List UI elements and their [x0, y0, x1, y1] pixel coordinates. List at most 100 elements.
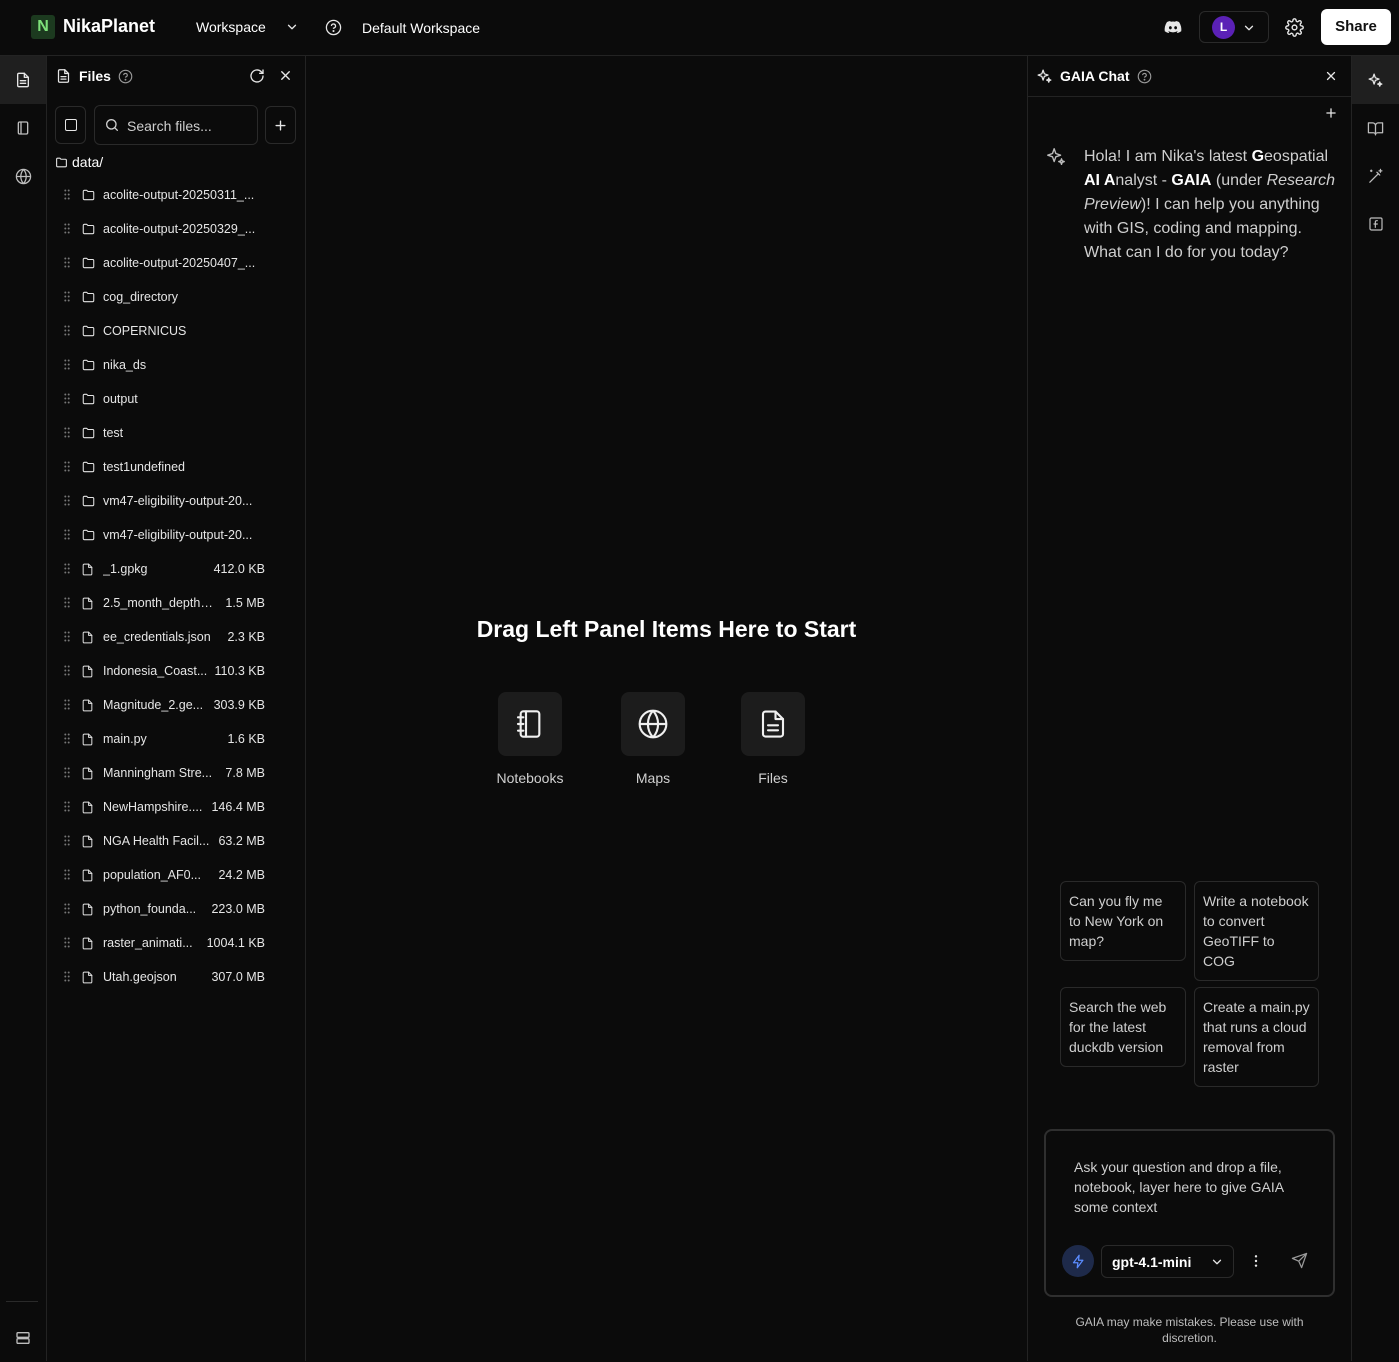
folder-row[interactable]: acolite-output-20250407_...	[47, 246, 305, 280]
file-row[interactable]: ee_credentials.json 2.3 KB	[47, 620, 305, 654]
file-icon	[81, 800, 94, 815]
item-size: 303.9 KB	[213, 698, 265, 712]
drag-handle-icon[interactable]	[64, 631, 70, 642]
help-icon[interactable]	[118, 69, 133, 84]
workspace-name[interactable]: Default Workspace	[362, 20, 480, 36]
drag-handle-icon[interactable]	[64, 393, 70, 404]
file-row[interactable]: Magnitude_2.ge... 303.9 KB	[47, 688, 305, 722]
drag-handle-icon[interactable]	[64, 767, 70, 778]
new-chat-plus-icon[interactable]	[1324, 106, 1338, 120]
bolt-button[interactable]	[1062, 1245, 1094, 1277]
rail-files-button[interactable]	[0, 56, 46, 104]
chat-input-box[interactable]: Ask your question and drop a file, noteb…	[1044, 1129, 1335, 1297]
more-options-icon[interactable]	[1248, 1253, 1264, 1269]
drag-handle-icon[interactable]	[64, 869, 70, 880]
tile-notebooks[interactable]: Notebooks	[480, 692, 580, 786]
item-size: 146.4 MB	[211, 800, 265, 814]
folder-row[interactable]: vm47-eligibility-output-20...	[47, 518, 305, 552]
rail-functions-button[interactable]	[1352, 200, 1399, 248]
chat-input-placeholder[interactable]: Ask your question and drop a file, noteb…	[1074, 1157, 1314, 1217]
close-icon[interactable]	[278, 68, 293, 83]
suggestion-chip[interactable]: Write a notebook to convert GeoTIFF to C…	[1194, 881, 1319, 981]
drag-handle-icon[interactable]	[64, 529, 70, 540]
workspace-label[interactable]: Workspace	[196, 19, 266, 35]
drag-handle-icon[interactable]	[64, 937, 70, 948]
folder-row[interactable]: cog_directory	[47, 280, 305, 314]
drag-handle-icon[interactable]	[64, 257, 70, 268]
drag-handle-icon[interactable]	[64, 665, 70, 676]
folder-row[interactable]: output	[47, 382, 305, 416]
send-icon[interactable]	[1291, 1252, 1308, 1269]
share-button[interactable]: Share	[1321, 9, 1391, 45]
drag-handle-icon[interactable]	[64, 801, 70, 812]
item-name: cog_directory	[103, 290, 179, 304]
item-size: 1.5 MB	[225, 596, 265, 610]
chat-panel: GAIA Chat Hola! I am Nika's latest Geosp…	[1027, 56, 1352, 1361]
suggestion-chip[interactable]: Create a main.py that runs a cloud remov…	[1194, 987, 1319, 1087]
main-canvas[interactable]: Drag Left Panel Items Here to Start Note…	[306, 56, 1027, 1361]
suggestion-chip[interactable]: Search the web for the latest duckdb ver…	[1060, 987, 1186, 1067]
file-row[interactable]: _1.gpkg 412.0 KB	[47, 552, 305, 586]
workspace-chevron-down-icon[interactable]	[285, 20, 299, 34]
help-icon[interactable]	[325, 19, 342, 36]
rail-magic-button[interactable]	[1352, 152, 1399, 200]
rail-chat-button[interactable]	[1352, 56, 1399, 104]
drag-handle-icon[interactable]	[64, 461, 70, 472]
suggestion-chip[interactable]: Can you fly me to New York on map?	[1060, 881, 1186, 961]
root-folder[interactable]: data/	[55, 154, 103, 170]
drag-handle-icon[interactable]	[64, 903, 70, 914]
drag-handle-icon[interactable]	[64, 835, 70, 846]
close-icon[interactable]	[1324, 69, 1338, 83]
drag-handle-icon[interactable]	[64, 427, 70, 438]
folder-row[interactable]: COPERNICUS	[47, 314, 305, 348]
add-file-button[interactable]	[265, 106, 296, 144]
file-row[interactable]: population_AF0... 24.2 MB	[47, 858, 305, 892]
file-row[interactable]: python_founda... 223.0 MB	[47, 892, 305, 926]
select-all-checkbox[interactable]	[55, 106, 86, 144]
rail-maps-button[interactable]	[0, 152, 46, 200]
item-name: vm47-eligibility-output-20...	[103, 494, 253, 508]
drag-handle-icon[interactable]	[64, 733, 70, 744]
drag-handle-icon[interactable]	[64, 359, 70, 370]
drag-handle-icon[interactable]	[64, 189, 70, 200]
folder-row[interactable]: nika_ds	[47, 348, 305, 382]
file-row[interactable]: Indonesia_Coast... 110.3 KB	[47, 654, 305, 688]
folder-row[interactable]: test	[47, 416, 305, 450]
app-name[interactable]: NikaPlanet	[63, 16, 155, 37]
file-row[interactable]: Manningham Stre... 7.8 MB	[47, 756, 305, 790]
refresh-icon[interactable]	[249, 68, 265, 84]
drag-handle-icon[interactable]	[64, 563, 70, 574]
drag-handle-icon[interactable]	[64, 495, 70, 506]
file-row[interactable]: Utah.geojson 307.0 MB	[47, 960, 305, 994]
rail-notebooks-button[interactable]	[0, 104, 46, 152]
user-menu-button[interactable]: L	[1199, 11, 1269, 43]
file-row[interactable]: NGA Health Facil... 63.2 MB	[47, 824, 305, 858]
tile-files[interactable]: Files	[723, 692, 823, 786]
folder-icon	[81, 426, 96, 440]
magic-wand-icon	[1367, 168, 1384, 185]
folder-row[interactable]: acolite-output-20250311_...	[47, 178, 305, 212]
search-input[interactable]	[127, 116, 252, 136]
drag-handle-icon[interactable]	[64, 325, 70, 336]
drag-handle-icon[interactable]	[64, 291, 70, 302]
file-row[interactable]: raster_animati... 1004.1 KB	[47, 926, 305, 960]
file-row[interactable]: main.py 1.6 KB	[47, 722, 305, 756]
drag-handle-icon[interactable]	[64, 699, 70, 710]
item-name: ee_credentials.json	[103, 630, 211, 644]
app-logo[interactable]: N	[31, 15, 55, 39]
folder-row[interactable]: acolite-output-20250329_...	[47, 212, 305, 246]
discord-icon[interactable]	[1163, 18, 1183, 36]
help-icon[interactable]	[1137, 69, 1152, 84]
folder-row[interactable]: test1undefined	[47, 450, 305, 484]
rail-docs-button[interactable]	[1352, 104, 1399, 152]
rail-layout-button[interactable]	[0, 1314, 46, 1362]
file-row[interactable]: NewHampshire.... 146.4 MB	[47, 790, 305, 824]
gear-icon[interactable]	[1285, 18, 1304, 37]
file-row[interactable]: 2.5_month_depth.... 1.5 MB	[47, 586, 305, 620]
drag-handle-icon[interactable]	[64, 597, 70, 608]
drag-handle-icon[interactable]	[64, 971, 70, 982]
tile-maps[interactable]: Maps	[603, 692, 703, 786]
model-select[interactable]: gpt-4.1-mini	[1101, 1245, 1234, 1278]
drag-handle-icon[interactable]	[64, 223, 70, 234]
folder-row[interactable]: vm47-eligibility-output-20...	[47, 484, 305, 518]
